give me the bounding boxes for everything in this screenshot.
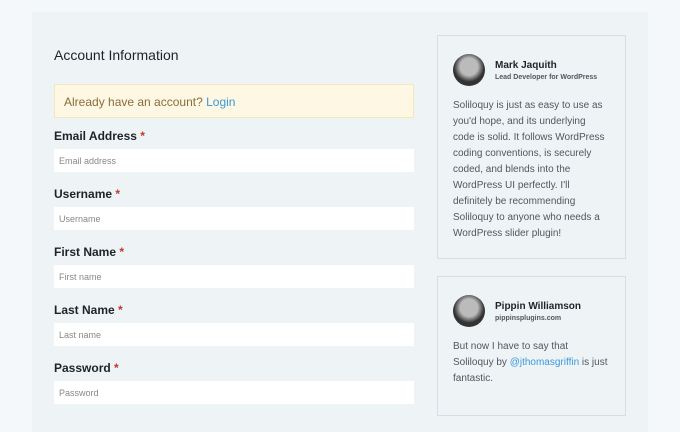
avatar	[453, 54, 485, 86]
testimonial-subtitle: pippinsplugins.com	[495, 314, 562, 322]
testimonial-quote: But now I have to say that Soliloquy by …	[453, 341, 608, 384]
testimonial-card: Mark Jaquith Lead Developer for WordPres…	[437, 35, 626, 259]
testimonial-subtitle: Lead Developer for WordPress	[495, 73, 598, 81]
password-input[interactable]	[54, 381, 414, 404]
signup-panel: Account Information Already have an acco…	[32, 12, 648, 432]
login-notice: Already have an account? Login	[54, 84, 414, 118]
username-field-group: Username *	[54, 187, 414, 230]
mention-link[interactable]: @jthomasgriffin	[510, 357, 579, 368]
email-input[interactable]	[54, 149, 414, 172]
testimonial-quote: Soliloquy is just as easy to use as you'…	[453, 100, 605, 239]
last-name-field-group: Last Name *	[54, 303, 414, 346]
testimonial-card: Pippin Williamson pippinsplugins.com But…	[437, 276, 626, 416]
first-name-label: First Name *	[54, 245, 125, 259]
avatar	[453, 295, 485, 327]
last-name-label: Last Name *	[54, 303, 123, 317]
last-name-input[interactable]	[54, 323, 414, 346]
testimonial-name: Mark Jaquith	[495, 59, 557, 71]
password-label: Password *	[54, 361, 119, 375]
email-field-group: Email Address *	[54, 129, 414, 172]
first-name-field-group: First Name *	[54, 245, 414, 288]
password-field-group: Password *	[54, 361, 414, 404]
page-title: Account Information	[54, 47, 179, 63]
username-input[interactable]	[54, 207, 414, 230]
login-link[interactable]: Login	[206, 95, 235, 109]
testimonial-name: Pippin Williamson	[495, 300, 582, 312]
first-name-input[interactable]	[54, 265, 414, 288]
notice-text: Already have an account?	[64, 95, 203, 109]
email-label: Email Address *	[54, 129, 145, 143]
username-label: Username *	[54, 187, 121, 201]
